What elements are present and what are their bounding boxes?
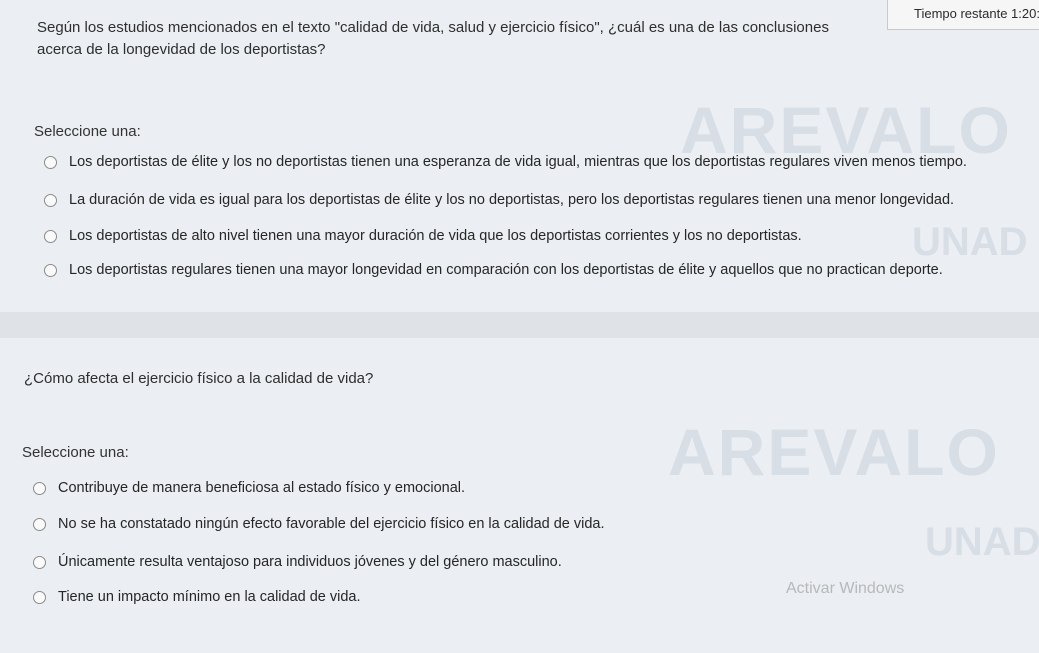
- answer-option[interactable]: Los deportistas regulares tienen una may…: [44, 262, 943, 278]
- watermark-text: AREVALO: [668, 415, 1000, 489]
- select-one-label: Seleccione una:: [34, 123, 141, 140]
- radio-button[interactable]: [44, 229, 57, 243]
- radio-button[interactable]: [33, 517, 46, 531]
- select-one-label: Seleccione una:: [22, 444, 129, 461]
- answer-option-label: Contribuye de manera beneficiosa al esta…: [58, 480, 466, 496]
- answer-option-label: No se ha constatado ningún efecto favora…: [58, 516, 605, 532]
- radio-button[interactable]: [44, 193, 57, 207]
- answer-option-label: Los deportistas regulares tienen una may…: [69, 262, 943, 278]
- radio-button[interactable]: [44, 155, 57, 169]
- answer-option[interactable]: Los deportistas de alto nivel tienen una…: [44, 228, 802, 244]
- unad-logo-watermark: UNAD: [912, 220, 1028, 264]
- answer-option-label: Los deportistas de alto nivel tienen una…: [69, 228, 802, 244]
- answer-option-label: La duración de vida es igual para los de…: [69, 192, 955, 208]
- answer-option[interactable]: Los deportistas de élite y los no deport…: [44, 154, 967, 170]
- question-card-1: AREVALO UNAD Según los estudios menciona…: [0, 0, 1039, 312]
- answer-option[interactable]: Únicamente resulta ventajoso para indivi…: [33, 554, 562, 570]
- radio-button[interactable]: [44, 263, 57, 277]
- radio-button[interactable]: [33, 481, 46, 495]
- windows-activation-notice: Activar Windows: [786, 580, 905, 597]
- answer-option[interactable]: No se ha constatado ningún efecto favora…: [33, 516, 605, 532]
- answer-option[interactable]: La duración de vida es igual para los de…: [44, 192, 954, 208]
- time-remaining: Tiempo restante 1:20:4: [887, 0, 1039, 30]
- radio-button[interactable]: [33, 590, 46, 604]
- question-card-2: AREVALO UNAD ¿Cómo afecta el ejercicio f…: [0, 338, 1039, 653]
- answer-option-label: Tiene un impacto mínimo en la calidad de…: [58, 589, 361, 605]
- answer-option-label: Únicamente resulta ventajoso para indivi…: [58, 554, 562, 570]
- radio-button[interactable]: [33, 555, 46, 569]
- question-text: Según los estudios mencionados en el tex…: [37, 19, 829, 58]
- answer-option[interactable]: Tiene un impacto mínimo en la calidad de…: [33, 589, 361, 605]
- question-text: ¿Cómo afecta el ejercicio físico a la ca…: [24, 370, 374, 387]
- unad-logo-watermark: UNAD: [925, 520, 1039, 564]
- answer-option[interactable]: Contribuye de manera beneficiosa al esta…: [33, 480, 465, 496]
- answer-option-label: Los deportistas de élite y los no deport…: [69, 154, 967, 170]
